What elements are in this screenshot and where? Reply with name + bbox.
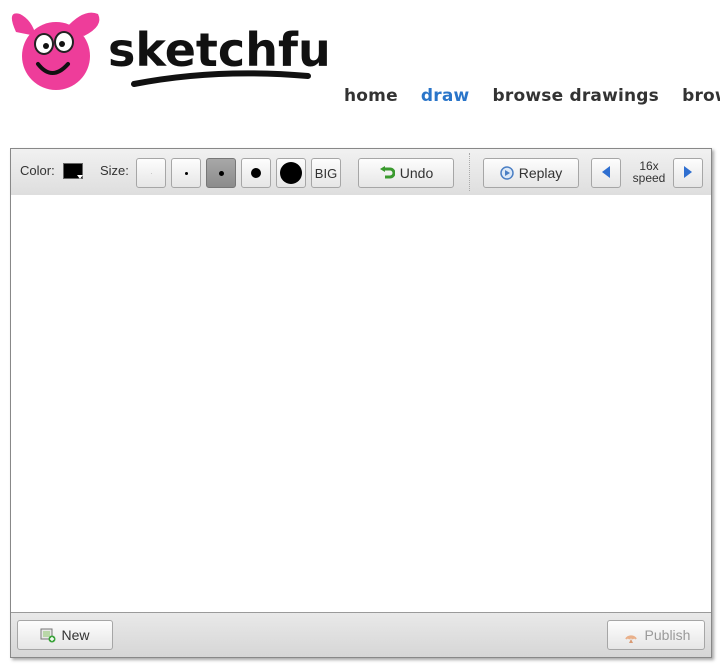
size-button-big[interactable]: BIG [311, 158, 341, 188]
undo-button[interactable]: Undo [358, 158, 454, 188]
dot-icon [184, 171, 188, 175]
publish-button[interactable]: Publish [607, 620, 705, 650]
new-label: New [61, 627, 90, 643]
dot-icon [150, 172, 152, 174]
nav-browse-drawings[interactable]: browse drawings [493, 86, 659, 106]
toolbar-divider [469, 153, 470, 191]
drawing-canvas[interactable] [11, 195, 711, 613]
dropdown-arrow-icon [77, 175, 83, 179]
speed-increase-button[interactable] [673, 158, 703, 188]
color-label: Color: [20, 163, 55, 178]
dot-icon [280, 162, 302, 184]
nav-browse[interactable]: browse [682, 86, 720, 106]
new-drawing-icon [40, 627, 56, 643]
undo-label: Undo [399, 165, 434, 181]
footer-bar: New Publish [11, 612, 711, 657]
nav-draw[interactable]: draw [421, 86, 470, 106]
dot-icon [251, 168, 261, 178]
size-label: Size: [100, 163, 129, 178]
speed-decrease-button[interactable] [591, 158, 621, 188]
size-button-tiny[interactable] [136, 158, 166, 188]
new-button[interactable]: New [17, 620, 113, 650]
logo-mascot-icon: sketchfu [11, 12, 331, 90]
arrow-right-icon [683, 165, 693, 181]
size-button-small[interactable] [171, 158, 201, 188]
replay-icon [499, 166, 514, 180]
publish-label: Publish [644, 627, 691, 643]
size-button-large[interactable] [241, 158, 271, 188]
main-nav: home draw browse drawings browse [344, 86, 720, 106]
replay-label: Replay [518, 165, 563, 181]
replay-button[interactable]: Replay [483, 158, 579, 188]
color-picker[interactable] [63, 163, 83, 179]
sketchfu-logo[interactable]: sketchfu [6, 6, 336, 96]
toolbar: Color: Size: BIG Undo Replay 16x speed [11, 149, 711, 196]
size-button-xlarge[interactable] [276, 158, 306, 188]
undo-icon [379, 166, 395, 180]
drawing-app: Color: Size: BIG Undo Replay 16x speed N… [10, 148, 712, 658]
arrow-left-icon [601, 165, 611, 181]
publish-broadcast-icon [622, 627, 640, 643]
size-button-medium[interactable] [206, 158, 236, 188]
brand-wordmark: sketchfu [108, 23, 331, 77]
speed-label: speed [632, 171, 666, 185]
nav-home[interactable]: home [344, 86, 398, 106]
dot-icon [218, 170, 224, 176]
speed-indicator: 16x speed [629, 160, 669, 184]
